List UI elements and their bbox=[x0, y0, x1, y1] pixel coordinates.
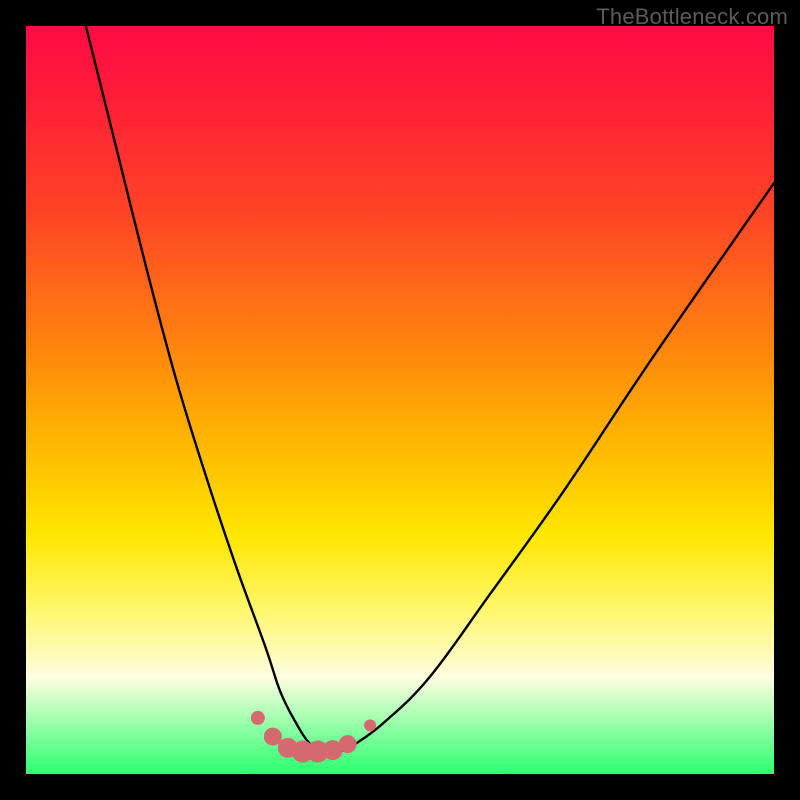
bottom-marker-dot bbox=[323, 740, 343, 760]
bottom-marker-dot bbox=[307, 741, 329, 763]
bottom-marker-group bbox=[251, 711, 376, 763]
bottom-marker-dot bbox=[264, 728, 282, 746]
bottom-marker-dot bbox=[292, 741, 314, 763]
bottleneck-curve-path bbox=[86, 26, 774, 753]
bottom-marker-dot bbox=[364, 719, 376, 731]
watermark-text: TheBottleneck.com bbox=[596, 4, 788, 30]
bottom-marker-dot bbox=[339, 735, 357, 753]
bottom-marker-dot bbox=[251, 711, 265, 725]
chart-plot-area bbox=[26, 26, 774, 774]
bottom-marker-dot bbox=[278, 738, 298, 758]
bottleneck-curve-svg bbox=[26, 26, 774, 774]
